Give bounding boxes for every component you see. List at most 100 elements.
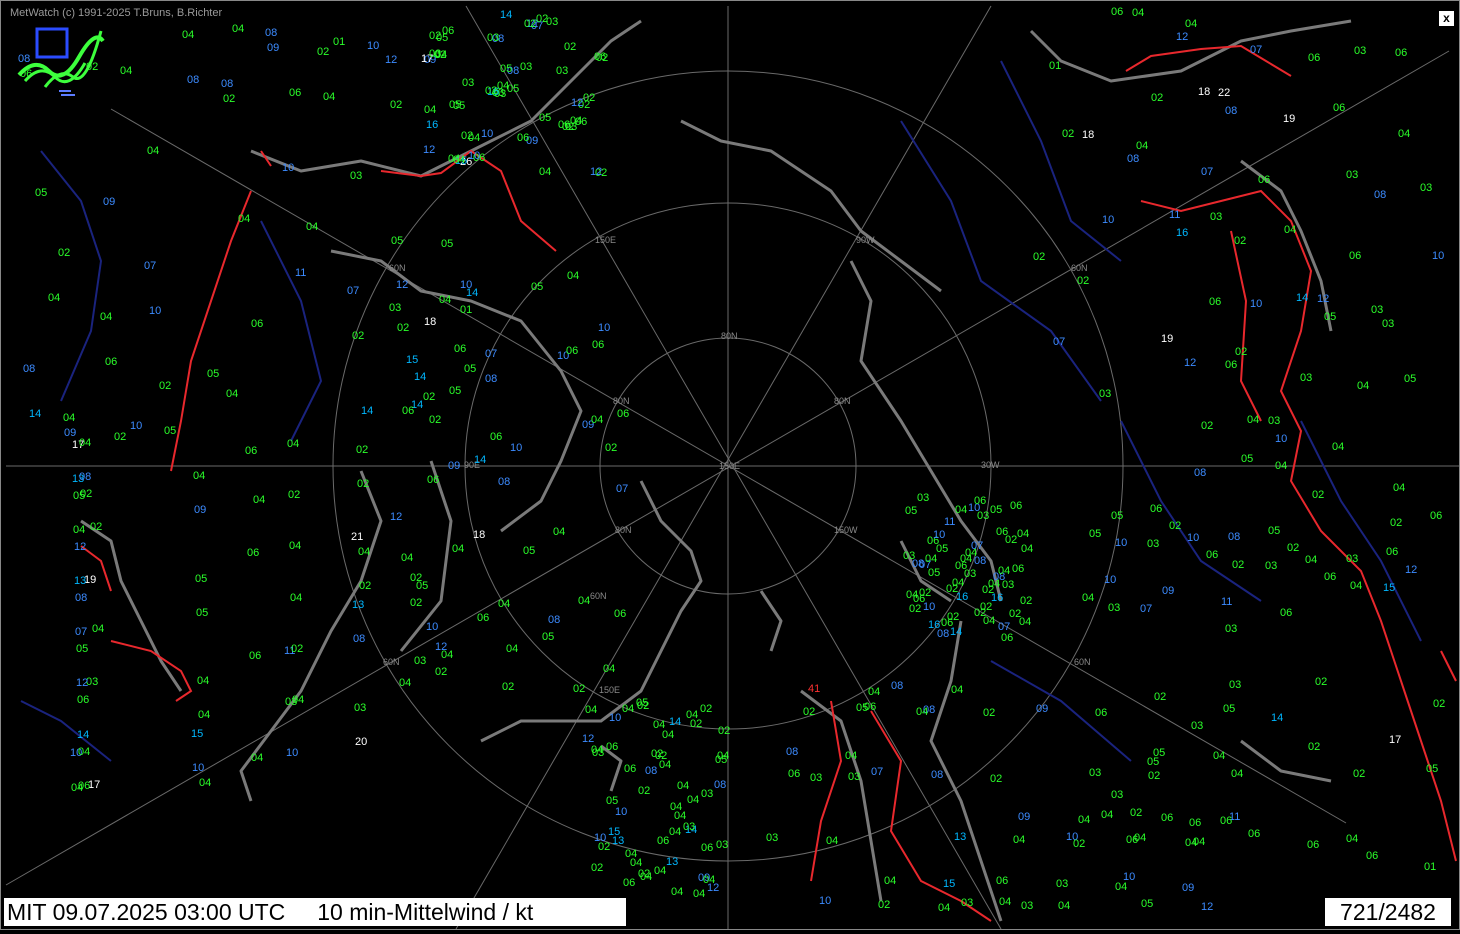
station-wind-value[interactable]: 02 <box>1169 520 1181 532</box>
station-wind-value[interactable]: 10 <box>598 322 610 334</box>
station-wind-value[interactable]: 06 <box>1161 812 1173 824</box>
station-wind-value[interactable]: 21 <box>351 531 363 543</box>
station-wind-value[interactable]: 05 <box>928 567 940 579</box>
station-wind-value[interactable]: 10 <box>1187 532 1199 544</box>
station-wind-value[interactable]: 02 <box>317 46 329 58</box>
station-wind-value[interactable]: 04 <box>1082 592 1094 604</box>
station-wind-value[interactable]: 02 <box>803 706 815 718</box>
station-wind-value[interactable]: 04 <box>63 412 75 424</box>
station-wind-value[interactable]: 06 <box>558 119 570 131</box>
station-wind-value[interactable]: 02 <box>114 431 126 443</box>
station-wind-value[interactable]: 10 <box>609 712 621 724</box>
station-wind-value[interactable]: 05 <box>449 385 461 397</box>
station-wind-value[interactable]: 03 <box>848 771 860 783</box>
station-wind-value[interactable]: 04 <box>232 23 244 35</box>
station-wind-value[interactable]: 06 <box>251 318 263 330</box>
station-wind-value[interactable]: 03 <box>701 788 713 800</box>
station-wind-value[interactable]: 08 <box>912 558 924 570</box>
station-wind-value[interactable]: 05 <box>76 643 88 655</box>
station-wind-value[interactable]: 02 <box>356 444 368 456</box>
station-wind-value[interactable]: 08 <box>714 779 726 791</box>
station-wind-value[interactable]: 02 <box>502 681 514 693</box>
station-wind-value[interactable]: 04 <box>1013 834 1025 846</box>
station-wind-value[interactable]: 07 <box>616 483 628 495</box>
station-wind-value[interactable]: 15 <box>406 354 418 366</box>
station-wind-value[interactable]: 10 <box>192 762 204 774</box>
station-wind-value[interactable]: 06 <box>477 612 489 624</box>
station-wind-value[interactable]: 06 <box>78 780 90 792</box>
station-wind-value[interactable]: 03 <box>766 832 778 844</box>
station-wind-value[interactable]: 05 <box>164 425 176 437</box>
station-wind-value[interactable]: 04 <box>358 546 370 558</box>
station-wind-value[interactable]: 03 <box>1111 789 1123 801</box>
station-wind-value[interactable]: 10 <box>1250 298 1262 310</box>
station-wind-value[interactable]: 03 <box>683 821 695 833</box>
station-wind-value[interactable]: 04 <box>193 470 205 482</box>
station-wind-value[interactable]: 08 <box>548 614 560 626</box>
station-wind-value[interactable]: 04 <box>998 565 1010 577</box>
station-wind-value[interactable]: 06 <box>623 877 635 889</box>
station-wind-value[interactable]: 10 <box>594 832 606 844</box>
station-wind-value[interactable]: 05 <box>1404 373 1416 385</box>
station-wind-value[interactable]: 02 <box>1287 542 1299 554</box>
station-wind-value[interactable]: 02 <box>1073 838 1085 850</box>
station-wind-value[interactable]: 08 <box>1374 189 1386 201</box>
station-wind-value[interactable]: 08 <box>485 373 497 385</box>
station-wind-value[interactable]: 04 <box>497 80 509 92</box>
station-wind-value[interactable]: 02 <box>429 414 441 426</box>
station-wind-value[interactable]: 04 <box>916 706 928 718</box>
station-wind-value[interactable]: 04 <box>906 589 918 601</box>
station-wind-value[interactable]: 02 <box>159 380 171 392</box>
station-wind-value[interactable]: 04 <box>198 709 210 721</box>
station-wind-value[interactable]: 08 <box>786 746 798 758</box>
station-wind-value[interactable]: 04 <box>238 213 250 225</box>
station-wind-value[interactable]: 04 <box>1213 750 1225 762</box>
station-wind-value[interactable]: 06 <box>1248 828 1260 840</box>
station-wind-value[interactable]: 04 <box>662 729 674 741</box>
station-wind-value[interactable]: 04 <box>539 166 551 178</box>
station-wind-value[interactable]: 04 <box>938 902 950 914</box>
station-wind-value[interactable]: 04 <box>1058 900 1070 912</box>
station-wind-value[interactable]: 05 <box>1141 898 1153 910</box>
station-wind-value[interactable]: 02 <box>1020 595 1032 607</box>
station-wind-value[interactable]: 09 <box>194 504 206 516</box>
station-wind-value[interactable]: 02 <box>1154 691 1166 703</box>
station-wind-value[interactable]: 06 <box>1324 571 1336 583</box>
station-wind-value[interactable]: 04 <box>845 750 857 762</box>
station-wind-value[interactable]: 05 <box>464 363 476 375</box>
station-wind-value[interactable]: 04 <box>983 615 995 627</box>
station-wind-value[interactable]: 03 <box>961 897 973 909</box>
polar-wind-map[interactable]: 60N 60N 60N 60N 60N 80N 80N 80N 80N 150W 150E 90W 90… <box>0 0 1460 930</box>
station-wind-value[interactable]: 05 <box>539 112 551 124</box>
station-wind-value[interactable]: 02 <box>1315 676 1327 688</box>
station-wind-value[interactable]: 14 <box>474 454 486 466</box>
station-wind-value[interactable]: 04 <box>253 494 265 506</box>
station-wind-value[interactable]: 12 <box>76 677 88 689</box>
station-wind-value[interactable]: 05 <box>35 187 47 199</box>
station-wind-value[interactable]: 06 <box>614 608 626 620</box>
station-wind-value[interactable]: 02 <box>429 30 441 42</box>
station-wind-value[interactable]: 03 <box>1346 169 1358 181</box>
station-wind-value[interactable]: 02 <box>1151 92 1163 104</box>
station-wind-value[interactable]: 10 <box>1102 214 1114 226</box>
station-wind-value[interactable]: 04 <box>578 595 590 607</box>
station-wind-value[interactable]: 03 <box>1354 45 1366 57</box>
station-wind-value[interactable]: 06 <box>1111 6 1123 18</box>
station-wind-value[interactable]: 04 <box>669 826 681 838</box>
station-wind-value[interactable]: 04 <box>952 577 964 589</box>
station-wind-value[interactable]: 03 <box>1265 560 1277 572</box>
station-wind-value[interactable]: 05 <box>1426 763 1438 775</box>
station-wind-value[interactable]: 02 <box>80 488 92 500</box>
station-wind-value[interactable]: 03 <box>1300 372 1312 384</box>
station-wind-value[interactable]: 03 <box>350 170 362 182</box>
station-wind-value[interactable]: 04 <box>686 709 698 721</box>
station-wind-value[interactable]: 06 <box>1220 815 1232 827</box>
station-wind-value[interactable]: 17 <box>1389 734 1401 746</box>
station-wind-value[interactable]: 05 <box>636 697 648 709</box>
station-wind-value[interactable]: 18 <box>424 316 436 328</box>
station-wind-value[interactable]: 03 <box>1420 182 1432 194</box>
station-wind-value[interactable]: 02 <box>390 99 402 111</box>
station-wind-value[interactable]: 08 <box>1194 467 1206 479</box>
station-wind-value[interactable]: 02 <box>1232 559 1244 571</box>
station-wind-value[interactable]: 08 <box>931 769 943 781</box>
